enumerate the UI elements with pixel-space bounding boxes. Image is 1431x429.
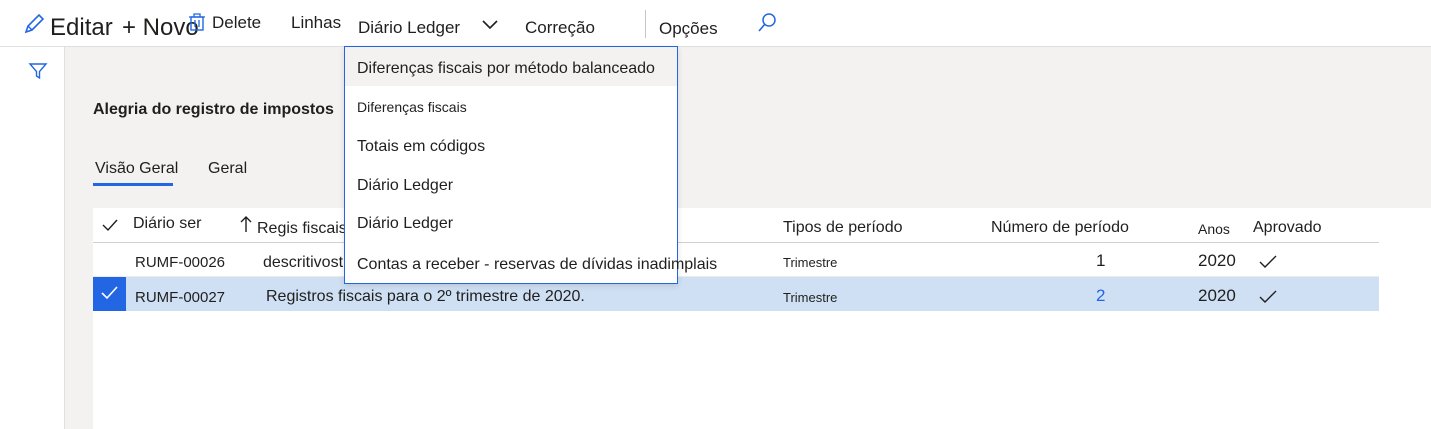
row-period-type[interactable]: Trimestre — [783, 255, 837, 270]
row-selected-checkbox[interactable] — [93, 277, 126, 311]
delete-button[interactable]: Delete — [212, 13, 261, 33]
chevron-down-icon[interactable] — [481, 18, 499, 37]
search-icon[interactable] — [756, 12, 778, 39]
menu-item-receivables-reserves[interactable]: Contas a receber - reservas de dívidas i… — [345, 245, 717, 283]
column-header-register[interactable]: Regis fiscais — [257, 220, 347, 238]
toolbar-divider — [645, 10, 646, 38]
tab-general[interactable]: Geral — [208, 160, 247, 178]
ledger-menu-button[interactable]: Diário Ledger — [358, 18, 460, 38]
lines-button[interactable]: Linhas — [291, 13, 341, 33]
menu-item-label: Diferenças fiscais — [357, 99, 467, 115]
tab-active-underline — [93, 183, 173, 186]
trash-icon — [188, 12, 206, 37]
page-title: Alegria do registro de impostos — [93, 101, 334, 118]
edit-button[interactable]: Editar — [50, 14, 113, 42]
row-year[interactable]: 2020 — [1198, 251, 1236, 271]
menu-item-ledger-journal-1[interactable]: Diário Ledger — [345, 166, 677, 205]
filter-icon[interactable] — [28, 61, 48, 86]
options-button[interactable]: Opções — [659, 19, 718, 39]
tab-overview[interactable]: Visão Geral — [95, 160, 178, 178]
menu-item-totals-by-codes[interactable]: Totais em códigos — [345, 126, 677, 166]
action-pane: Editar + Novo Delete Linhas Diário Ledge… — [0, 0, 1431, 46]
ledger-dropdown-menu: Diferenças fiscais por método balanceado… — [344, 46, 717, 284]
pencil-icon — [22, 12, 46, 41]
menu-item-tax-differences-balanced[interactable]: Diferenças fiscais por método balanceado — [345, 47, 677, 86]
row-year[interactable]: 2020 — [1198, 286, 1236, 306]
column-header-approved[interactable]: Aprovado — [1253, 219, 1322, 237]
row-journal-id[interactable]: RUMF-00026 — [135, 254, 225, 271]
row-period-number[interactable]: 1 — [1096, 251, 1105, 271]
approved-checkmark-icon — [1259, 290, 1277, 309]
column-header-years[interactable]: Anos — [1198, 221, 1230, 237]
menu-item-label: Totais em códigos — [357, 138, 486, 155]
row-period-type[interactable]: Trimestre — [783, 290, 837, 305]
approved-checkmark-icon — [1259, 255, 1277, 274]
column-header-period-number[interactable]: Número de período — [991, 219, 1129, 237]
menu-item-tax-differences[interactable]: Diferenças fiscais — [345, 86, 677, 126]
checkmark-icon — [101, 286, 118, 300]
column-header-journal[interactable]: Diário ser — [133, 215, 201, 233]
column-header-period-type[interactable]: Tipos de período — [783, 219, 902, 237]
menu-item-ledger-journal-2[interactable]: Diário Ledger — [345, 205, 677, 245]
menu-item-label: Diário Ledger — [357, 177, 454, 194]
left-rail — [0, 47, 64, 429]
row-description[interactable]: descritivost — [263, 254, 343, 272]
menu-item-label: Contas a receber - reservas de dívidas i… — [357, 256, 718, 273]
sort-ascending-icon[interactable] — [240, 215, 252, 238]
menu-item-label: Diferenças fiscais por método balanceado — [357, 60, 655, 77]
menu-item-label: Diário Ledger — [357, 215, 454, 232]
select-all-checkmark-icon[interactable] — [102, 218, 118, 237]
row-period-number[interactable]: 2 — [1096, 286, 1105, 306]
correction-button[interactable]: Correção — [525, 18, 595, 38]
row-description[interactable]: Registros fiscais para o 2º trimestre de… — [266, 288, 585, 306]
row-journal-id[interactable]: RUMF-00027 — [135, 289, 225, 306]
